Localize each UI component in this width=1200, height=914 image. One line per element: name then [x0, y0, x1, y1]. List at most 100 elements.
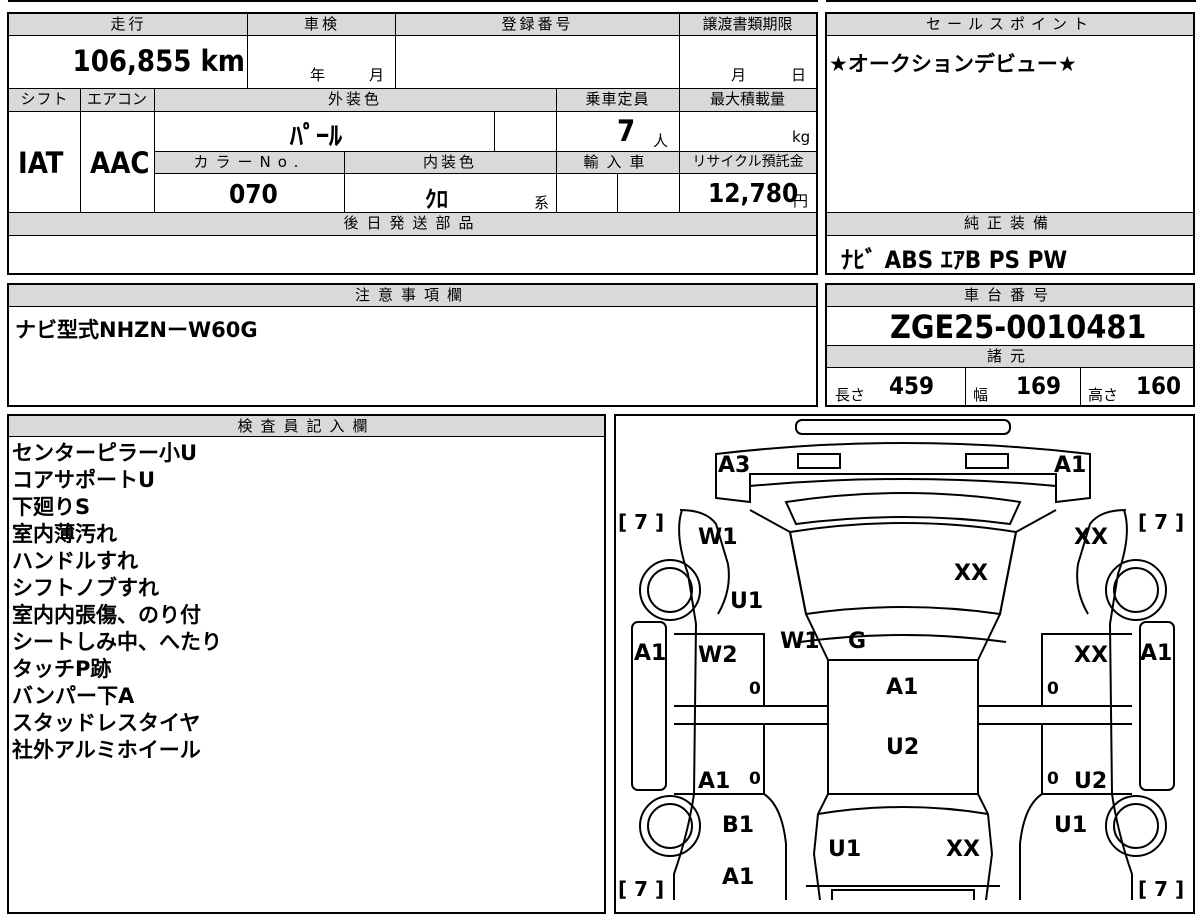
shift-header: シフト	[9, 89, 80, 112]
color-no-header: カラーNo.	[155, 152, 344, 174]
height-label: 高さ	[1088, 386, 1119, 404]
divider	[1080, 368, 1081, 405]
height-value: 160	[1136, 372, 1182, 400]
recycle-fee-header: リサイクル預託金	[680, 152, 816, 174]
mark-left-a-pillar: W1	[780, 629, 820, 654]
divider	[617, 174, 618, 213]
mark-left-rocker: A1	[634, 641, 666, 666]
inspector-note: 社外アルミホイール	[12, 738, 201, 762]
tread-rear-left: [ 7 ]	[618, 877, 664, 900]
inspector-note: スタッドレスタイヤ	[12, 711, 201, 735]
inspector-note: シフトノブすれ	[12, 576, 159, 600]
inspector-note: 室内薄汚れ	[12, 522, 117, 546]
inspector-note: シートしみ中、へたり	[12, 630, 222, 654]
width-label: 幅	[973, 386, 989, 404]
mark-left-front-door: W2	[698, 643, 738, 668]
chassis-header: 車台番号	[827, 285, 1193, 307]
capacity-unit: 人	[653, 132, 669, 150]
mark-right-rear-door: U2	[1074, 769, 1107, 794]
mark-rear-glass-left: U1	[828, 837, 861, 862]
registration-header: 登録番号	[396, 14, 679, 36]
inspector-notes-list: センターピラー小U コアサポートU 下廻りS 室内薄汚れ ハンドルすれ シフトノ…	[12, 440, 222, 764]
inspection-year-unit: 年	[310, 66, 326, 84]
import-header: 輸入車	[557, 152, 679, 174]
divider	[344, 152, 345, 213]
max-load-unit: kg	[792, 128, 811, 146]
mileage-value: 106,855 km	[72, 44, 245, 78]
divider	[247, 14, 248, 88]
top-edge	[8, 0, 818, 2]
mark-left-quarter: B1	[722, 813, 754, 838]
inspector-note: コアサポートU	[12, 468, 156, 492]
mark-left-rear-door: A1	[698, 769, 730, 794]
mark-zero-rf: 0	[1047, 679, 1059, 699]
transfer-day-unit: 日	[791, 66, 807, 84]
inspector-note: 下廻りS	[12, 495, 91, 519]
transfer-deadline-header: 譲渡書類期限	[679, 14, 816, 36]
mark-left-fender: W1	[698, 525, 738, 550]
divider	[679, 14, 680, 88]
equipment-header: 純正装備	[827, 213, 1193, 236]
transfer-month-unit: 月	[731, 66, 747, 84]
inspector-note: ハンドルすれ	[12, 549, 138, 573]
mileage-header: 走行	[9, 14, 248, 36]
interior-color-header: 内装色	[344, 152, 556, 174]
notes-header: 注意事項欄	[9, 285, 816, 307]
notes-value: ナビ型式NHZNーW60G	[15, 318, 258, 342]
chassis-number-value: ZGE25-0010481	[890, 308, 1147, 346]
mark-right-quarter: U1	[1054, 813, 1087, 838]
sales-point-header: セールスポイント	[827, 14, 1193, 36]
inspection-month-unit: 月	[369, 66, 385, 84]
mark-rear-bumper: A1	[722, 865, 754, 890]
length-label: 長さ	[835, 386, 866, 404]
mark-right-rocker: A1	[1140, 641, 1172, 666]
damage-marks: A3 A1 W1 XX XX U1 W1 G W2 XX A1 A1 A1 U2…	[634, 453, 1172, 890]
recycle-fee-value: 12,780	[708, 179, 799, 209]
inspection-header: 車検	[248, 14, 396, 36]
max-load-header: 最大積載量	[679, 89, 816, 112]
equipment-value: ﾅﾋﾞ ABS ｴｱB PS PW	[841, 246, 1068, 274]
recycle-unit: 円	[793, 192, 809, 210]
mark-front-right-corner: A1	[1054, 453, 1086, 478]
tread-front-left: [ 7 ]	[618, 510, 664, 534]
length-value: 459	[889, 372, 935, 400]
mark-windshield: XX	[954, 561, 988, 586]
mark-roof-front: G	[848, 629, 866, 654]
inspector-note: センターピラー小U	[12, 441, 198, 465]
inspector-note: タッチP跡	[12, 657, 112, 681]
aircon-header: エアコン	[80, 89, 154, 112]
mark-roof: A1	[886, 675, 918, 700]
top-edge-right	[826, 0, 1196, 2]
exterior-color-value: ﾊﾟｰﾙ	[290, 122, 343, 152]
color-no-value: 070	[229, 180, 278, 210]
sales-point-text: ★オークションデビュー★	[829, 52, 1077, 76]
exterior-color-header: 外装色	[154, 89, 556, 112]
later-parts-header: 後日発送部品	[9, 213, 816, 236]
inspector-note: 室内内張傷、のり付	[12, 603, 201, 627]
width-value: 169	[1016, 372, 1062, 400]
tread-rear-right: [ 7 ]	[1138, 877, 1184, 900]
mark-zero-rr: 0	[1047, 769, 1059, 789]
mark-right-fender: XX	[1074, 525, 1108, 550]
divider	[80, 89, 81, 213]
mark-front-left-corner: A3	[718, 453, 750, 478]
aircon-value: AAC	[90, 146, 150, 180]
mark-roof-rear: U2	[886, 735, 919, 760]
capacity-value: 7	[617, 114, 636, 148]
mark-zero-lf: 0	[749, 679, 761, 699]
mark-right-front-door: XX	[1074, 643, 1108, 668]
interior-suffix: 系	[534, 194, 550, 212]
divider	[965, 368, 966, 405]
capacity-header: 乗車定員	[556, 89, 679, 112]
mark-rear-glass-right: XX	[946, 837, 980, 862]
car-diagram: [ 7 ] [ 7 ] [ 7 ] [ 7 ] A3 A1 W1 XX XX U…	[618, 419, 1184, 900]
divider	[494, 112, 495, 151]
shift-value: IAT	[18, 146, 64, 180]
inspector-header: 検査員記入欄	[9, 416, 604, 437]
mark-left-pillar: U1	[730, 589, 763, 614]
specs-header: 諸元	[827, 346, 1193, 368]
interior-color-value: ｸﾛ	[425, 187, 448, 213]
tread-front-right: [ 7 ]	[1138, 510, 1184, 534]
divider	[395, 14, 396, 88]
mark-zero-lr: 0	[749, 769, 761, 789]
